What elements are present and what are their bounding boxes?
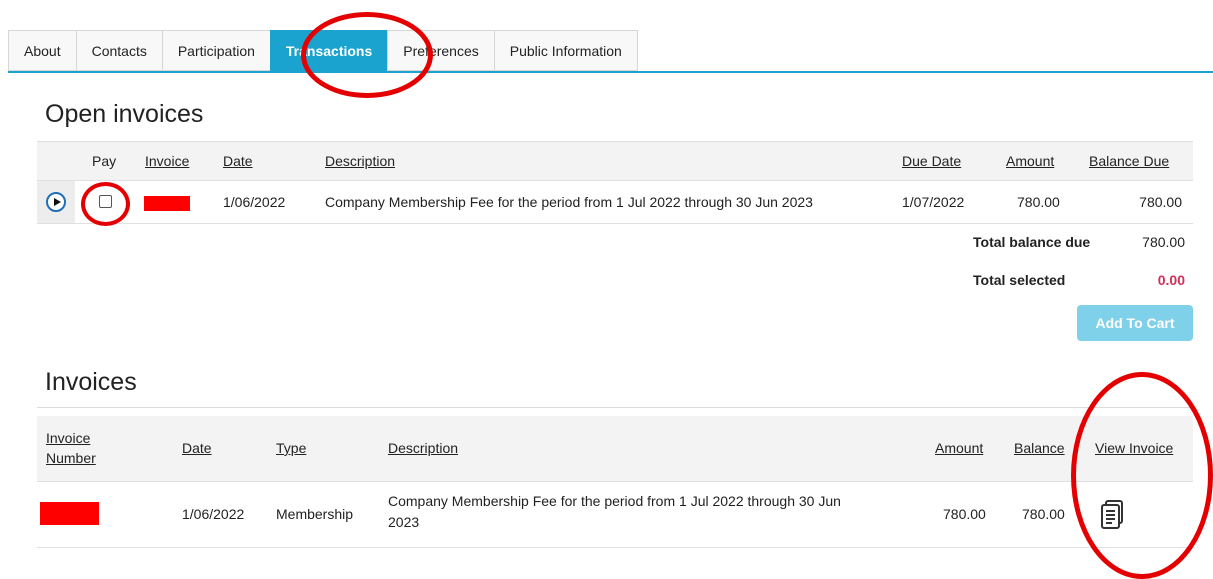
invoice-balance: 780.00 [1022,506,1065,522]
col-header-invoice-number-line2: Number [46,450,96,466]
tab-bar: About Contacts Participation Transaction… [8,30,638,72]
invoice-number-redacted [144,196,190,211]
open-invoices-title: Open invoices [45,100,204,128]
tab-participation[interactable]: Participation [161,30,270,71]
col-header-invoice-number-line1: Invoice [46,430,91,446]
open-invoice-due-date: 1/07/2022 [902,194,965,210]
col-header-inv-date[interactable]: Date [182,440,212,456]
open-invoice-date: 1/06/2022 [223,194,286,210]
invoice-type: Membership [276,506,354,522]
col-header-due-date[interactable]: Due Date [902,153,961,169]
expand-row-icon[interactable] [46,192,66,212]
col-header-invoice[interactable]: Invoice [145,153,189,169]
col-header-date[interactable]: Date [223,153,253,169]
col-header-inv-description[interactable]: Description [388,440,458,456]
col-header-balance[interactable]: Balance [1014,440,1065,456]
tab-public-information[interactable]: Public Information [493,30,638,71]
invoices-divider [37,407,1193,408]
open-invoice-description: Company Membership Fee for the period fr… [325,194,813,210]
open-invoice-row: 1/06/2022 Company Membership Fee for the… [37,181,1193,224]
tab-transactions[interactable]: Transactions [269,30,388,71]
col-header-balance-due[interactable]: Balance Due [1089,153,1169,169]
invoice-amount: 780.00 [943,506,986,522]
total-selected-value: 0.00 [1157,272,1185,288]
invoice-description-line2: 2023 [388,514,420,530]
col-header-view-invoice[interactable]: View Invoice [1095,440,1173,456]
col-header-amount[interactable]: Amount [1006,153,1054,169]
open-invoice-balance-due: 780.00 [1139,194,1182,210]
invoice-number-redacted [40,502,99,525]
col-header-inv-amount[interactable]: Amount [935,440,983,456]
open-invoice-amount: 780.00 [1017,194,1060,210]
total-selected-label: Total selected [973,272,1066,288]
col-header-type[interactable]: Type [276,440,306,456]
tab-underline [8,71,1213,73]
total-balance-due-value: 780.00 [1142,234,1185,250]
invoice-description: Company Membership Fee for the period fr… [388,491,841,533]
invoice-row: 1/06/2022 Membership Company Membership … [37,482,1193,548]
col-header-description[interactable]: Description [325,153,395,169]
tab-about[interactable]: About [8,30,76,71]
col-header-invoice-number[interactable]: Invoice Number [46,428,96,468]
pay-checkbox[interactable] [99,195,112,208]
invoices-title: Invoices [45,368,137,396]
document-icon[interactable] [1099,500,1127,530]
invoices-header-row: Invoice Number Date Type Description Amo… [37,416,1193,482]
add-to-cart-button[interactable]: Add To Cart [1077,305,1193,341]
tab-contacts[interactable]: Contacts [75,30,162,71]
col-header-pay: Pay [92,153,117,169]
invoice-description-line1: Company Membership Fee for the period fr… [388,493,841,509]
open-invoices-header-row: Pay Invoice Date Description Due Date Am… [37,141,1193,181]
tab-preferences[interactable]: Preferences [387,30,494,71]
total-balance-due-label: Total balance due [973,234,1091,250]
invoice-date: 1/06/2022 [182,506,245,522]
